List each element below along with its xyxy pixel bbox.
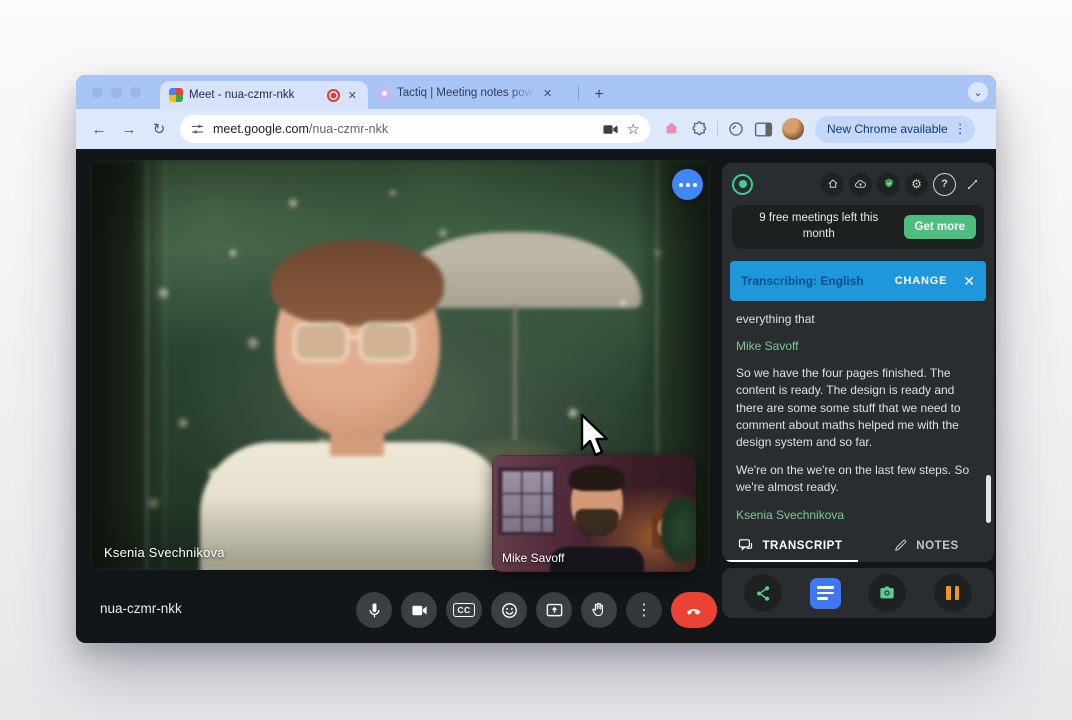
transcript-panel[interactable]: everything that Mike Savoff So we have t…	[722, 301, 994, 529]
transcript-text: everything that	[736, 311, 980, 328]
help-button[interactable]: ?	[933, 173, 956, 196]
share-icon	[754, 584, 773, 603]
transcribing-label: Transcribing: English	[741, 274, 895, 288]
quota-text: 9 free meetings left this month	[740, 211, 898, 242]
speaker-name: Ksenia Svechnikova	[736, 507, 980, 524]
reload-button[interactable]: ↻	[148, 118, 170, 140]
tab-notes-label: NOTES	[916, 540, 959, 552]
microphone-button[interactable]	[356, 592, 392, 628]
tactiq-sidebar: ⚙ ? 9 free meetings left this month Get …	[722, 163, 994, 562]
address-bar[interactable]: meet.google.com/nua-czmr-nkk ☆	[180, 115, 650, 143]
pip-participant-video[interactable]: Mike Savoff	[492, 455, 696, 572]
maximize-window-button[interactable]	[130, 87, 141, 98]
tab-title: Tactiq | Meeting notes powe	[397, 87, 535, 99]
tab-title: Meet - nua-czmr-nkk	[189, 89, 321, 101]
tab-transcript[interactable]: TRANSCRIPT	[722, 529, 858, 562]
toolbar-separator	[717, 121, 718, 137]
tab-strip: Meet - nua-czmr-nkk ✕ Tactiq | Meeting n…	[76, 75, 996, 109]
more-options-button[interactable]: ⋮	[626, 592, 662, 628]
tactiq-logo	[732, 174, 753, 195]
pink-extension-icon[interactable]	[662, 120, 681, 139]
site-settings-icon[interactable]	[190, 122, 205, 137]
tab-transcript-label: TRANSCRIPT	[762, 540, 842, 552]
captions-button[interactable]: CC	[446, 592, 482, 628]
browser-toolbar: ← → ↻ meet.google.com/nua-czmr-nkk ☆	[76, 109, 996, 149]
transcribing-banner: Transcribing: English CHANGE ✕	[730, 261, 986, 301]
pip-name-label: Mike Savoff	[502, 551, 564, 565]
camera-icon	[877, 583, 897, 603]
profile-avatar[interactable]	[782, 118, 804, 140]
chat-icon	[737, 537, 754, 554]
home-button[interactable]	[821, 173, 844, 196]
camera-button[interactable]	[401, 592, 437, 628]
chrome-update-label: New Chrome available	[827, 122, 948, 136]
more-vertical-icon[interactable]: ⋮	[954, 121, 967, 137]
url-host: meet.google.com	[213, 122, 309, 136]
mouse-cursor	[579, 413, 609, 457]
extensions-area: New Chrome available ⋮	[662, 116, 975, 143]
end-call-button[interactable]	[671, 592, 717, 628]
browser-window: Meet - nua-czmr-nkk ✕ Tactiq | Meeting n…	[76, 75, 996, 643]
new-tab-button[interactable]: +	[588, 84, 610, 106]
sidebar-tabs: TRANSCRIPT NOTES	[722, 529, 994, 562]
window-controls	[92, 87, 141, 98]
chrome-update-pill[interactable]: New Chrome available ⋮	[815, 116, 975, 143]
raise-hand-button[interactable]	[581, 592, 617, 628]
meet-controls: CC ⋮	[356, 592, 717, 628]
tactiq-favicon	[378, 87, 391, 100]
present-screen-button[interactable]	[536, 592, 572, 628]
minimize-window-button[interactable]	[111, 87, 122, 98]
get-more-button[interactable]: Get more	[904, 215, 977, 239]
close-tab-icon[interactable]: ✕	[541, 87, 554, 100]
meet-favicon	[169, 88, 183, 102]
recording-indicator-icon	[327, 89, 340, 102]
chat-bubble-icon[interactable]	[672, 169, 703, 200]
popout-icon[interactable]	[961, 173, 984, 196]
more-vertical-icon: ⋮	[636, 600, 652, 620]
google-docs-button[interactable]	[810, 578, 841, 609]
transcript-text: We're on the we're on the last few steps…	[736, 462, 980, 497]
url-text[interactable]: meet.google.com/nua-czmr-nkk	[213, 122, 594, 136]
change-language-button[interactable]: CHANGE	[895, 275, 947, 287]
tab-notes[interactable]: NOTES	[858, 529, 994, 562]
forward-button[interactable]: →	[118, 118, 140, 140]
share-button[interactable]	[744, 574, 782, 612]
pencil-icon	[893, 538, 908, 553]
close-banner-icon[interactable]: ✕	[963, 273, 975, 290]
shield-check-button[interactable]	[877, 173, 900, 196]
pause-recording-button[interactable]	[934, 574, 972, 612]
meeting-code: nua-czmr-nkk	[100, 601, 182, 616]
tab-overflow-chevron-icon[interactable]: ⌄	[968, 82, 988, 102]
docs-icon	[817, 586, 834, 589]
tactiq-action-bar	[722, 568, 994, 618]
tab-meet[interactable]: Meet - nua-czmr-nkk ✕	[160, 81, 368, 109]
screenshot-button[interactable]	[868, 574, 906, 612]
side-panel-icon[interactable]	[754, 121, 773, 138]
tab-tactiq[interactable]: Tactiq | Meeting notes powe ✕	[378, 80, 568, 106]
tab-separator	[578, 86, 579, 100]
cloud-upload-button[interactable]	[849, 173, 872, 196]
lens-icon[interactable]	[727, 120, 745, 138]
meet-content: Ksenia Svechnikova Mike Savoff nua-czmr-…	[76, 149, 996, 643]
camera-in-use-icon[interactable]	[602, 122, 619, 137]
close-tab-icon[interactable]: ✕	[346, 89, 359, 102]
tactiq-header: ⚙ ?	[722, 163, 994, 205]
extensions-puzzle-icon[interactable]	[690, 120, 708, 138]
scrollbar-thumb[interactable]	[986, 475, 991, 523]
transcript-text: So we have the four pages finished. The …	[736, 365, 980, 452]
participant-name-label: Ksenia Svechnikova	[104, 545, 225, 560]
bookmark-star-icon[interactable]: ☆	[627, 120, 640, 138]
url-path: /nua-czmr-nkk	[309, 122, 388, 136]
speaker-name: Mike Savoff	[736, 338, 980, 355]
back-button[interactable]: ←	[88, 118, 110, 140]
quota-card: 9 free meetings left this month Get more	[732, 205, 984, 249]
close-window-button[interactable]	[92, 87, 103, 98]
settings-gear-icon[interactable]: ⚙	[905, 173, 928, 196]
reactions-button[interactable]	[491, 592, 527, 628]
pause-icon	[946, 586, 959, 600]
captions-icon: CC	[453, 603, 474, 617]
